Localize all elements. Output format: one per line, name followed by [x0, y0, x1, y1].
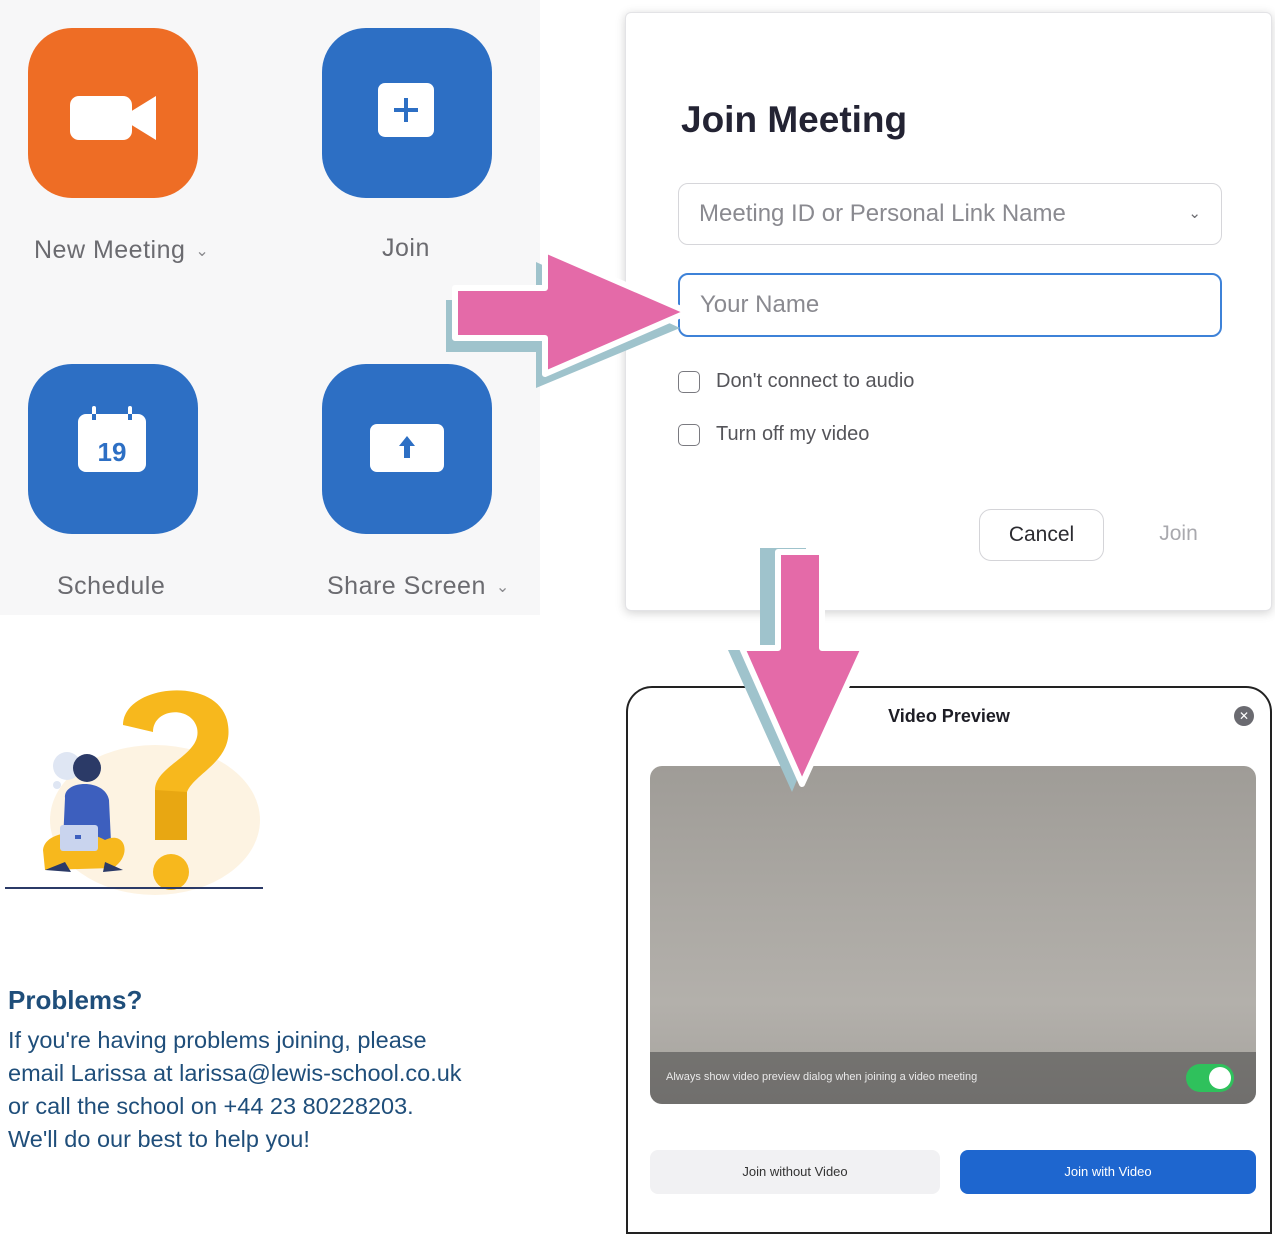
arrow-layer	[446, 247, 867, 792]
arrow-right-icon	[452, 247, 691, 377]
